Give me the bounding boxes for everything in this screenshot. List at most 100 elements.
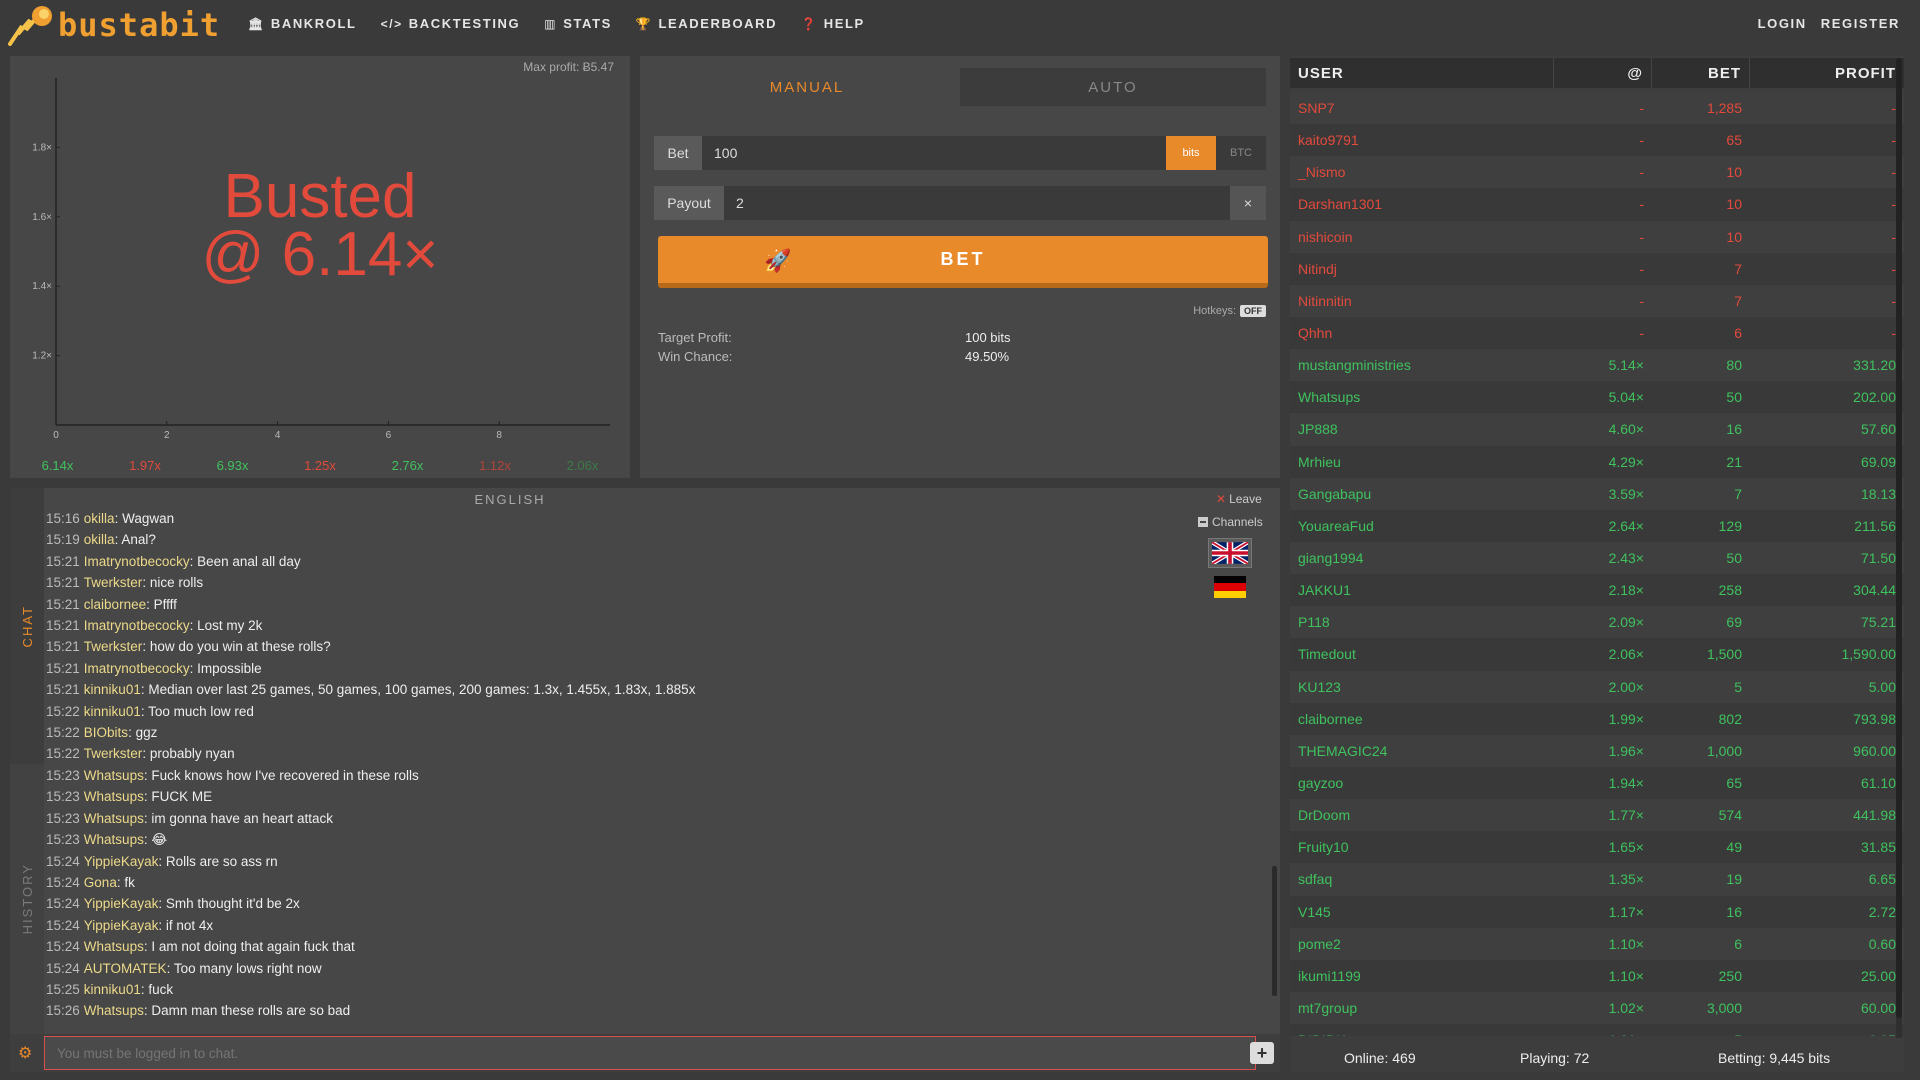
payout-input[interactable] [724, 186, 1230, 220]
header-profit[interactable]: PROFIT [1750, 58, 1904, 88]
player-user[interactable]: YouareaFud [1290, 510, 1554, 542]
nav-backtesting[interactable]: </> BACKTESTING [381, 16, 521, 31]
player-row[interactable]: claibornee 1.99× 802 793.98 [1290, 702, 1904, 735]
chat-username[interactable]: okilla [84, 532, 115, 547]
header-user[interactable]: USER [1290, 58, 1554, 88]
player-user[interactable]: Fruity10 [1290, 831, 1554, 863]
player-row[interactable]: sdfaq 1.35× 19 6.65 [1290, 863, 1904, 896]
player-row[interactable]: giang1994 2.43× 50 71.50 [1290, 541, 1904, 575]
unit-btc-button[interactable]: BTC [1216, 136, 1266, 170]
player-row[interactable]: Whatsups 5.04× 50 202.00 [1290, 381, 1904, 414]
player-row[interactable]: nishicoin - 10 - [1290, 220, 1904, 253]
de-flag-icon[interactable] [1214, 576, 1246, 598]
player-row[interactable]: Mrhieu 4.29× 21 69.09 [1290, 445, 1904, 478]
login-link[interactable]: LOGIN [1758, 16, 1807, 31]
player-row[interactable]: pome2 1.10× 6 0.60 [1290, 927, 1904, 960]
player-user[interactable]: V145 [1290, 896, 1554, 928]
chat-username[interactable]: Imatrynotbecocky [84, 661, 190, 676]
player-row[interactable]: V145 1.17× 16 2.72 [1290, 895, 1904, 928]
tab-auto[interactable]: AUTO [960, 68, 1266, 106]
player-user[interactable]: Whatsups [1290, 381, 1554, 413]
player-row[interactable]: THEMAGIC24 1.96× 1,000 960.00 [1290, 734, 1904, 767]
player-row[interactable]: Nitindj - 7 - [1290, 252, 1904, 285]
player-user[interactable]: kaito9791 [1290, 124, 1554, 156]
tab-history[interactable]: HISTORY [10, 764, 44, 1034]
player-user[interactable]: JAKKU1 [1290, 574, 1554, 606]
header-at[interactable]: @ [1554, 58, 1652, 88]
player-user[interactable]: mt7group [1290, 992, 1554, 1024]
logo[interactable]: bustabit [8, 4, 220, 46]
player-row[interactable]: Gangabapu 3.59× 7 18.13 [1290, 477, 1904, 510]
chat-username[interactable]: kinniku01 [84, 704, 141, 719]
send-button[interactable]: + [1250, 1042, 1274, 1064]
player-user[interactable]: Timedout [1290, 638, 1554, 670]
tab-chat[interactable]: CHAT [10, 488, 44, 764]
uk-flag-icon[interactable] [1208, 538, 1252, 568]
player-row[interactable]: _Nismo - 10 - [1290, 156, 1904, 189]
clear-payout-button[interactable]: × [1230, 186, 1266, 220]
player-user[interactable]: Darshan1301 [1290, 188, 1554, 220]
chat-username[interactable]: YippieKayak [84, 854, 159, 869]
chat-username[interactable]: Whatsups [84, 939, 144, 954]
recent-game[interactable]: 2.06x [545, 458, 620, 473]
chat-username[interactable]: YippieKayak [84, 918, 159, 933]
player-row[interactable]: Nitinnitin - 7 - [1290, 284, 1904, 317]
player-user[interactable]: Mrhieu [1290, 446, 1554, 478]
channels-toggle[interactable]: Channels [1198, 515, 1263, 529]
recent-game[interactable]: 6.14x [20, 458, 95, 473]
chat-username[interactable]: Whatsups [84, 1003, 144, 1018]
player-row[interactable]: SNP7 - 1,285 - [1290, 92, 1904, 125]
player-user[interactable]: DrDoom [1290, 799, 1554, 831]
player-row[interactable]: Timedout 2.06× 1,500 1,590.00 [1290, 638, 1904, 671]
chat-scrollbar[interactable] [1272, 866, 1277, 996]
player-user[interactable]: giang1994 [1290, 542, 1554, 574]
tab-manual[interactable]: MANUAL [654, 68, 960, 106]
bet-button[interactable]: 🚀 BET [658, 236, 1268, 288]
player-user[interactable]: _Nismo [1290, 156, 1554, 188]
chat-username[interactable]: Twerkster [84, 575, 143, 590]
chat-username[interactable]: Whatsups [84, 768, 144, 783]
chat-username[interactable]: Gona [84, 875, 117, 890]
recent-game[interactable]: 2.76x [370, 458, 445, 473]
player-row[interactable]: YouareaFud 2.64× 129 211.56 [1290, 509, 1904, 542]
nav-stats[interactable]: ▥ STATS [544, 16, 612, 31]
bet-input[interactable] [702, 136, 1166, 170]
player-row[interactable]: Fruity10 1.65× 49 31.85 [1290, 831, 1904, 864]
hotkeys-toggle[interactable]: Hotkeys: OFF [1193, 305, 1266, 317]
player-user[interactable]: claibornee [1290, 703, 1554, 735]
chat-username[interactable]: okilla [84, 511, 115, 526]
player-user[interactable]: Nitindj [1290, 253, 1554, 285]
chat-username[interactable]: Imatrynotbecocky [84, 554, 190, 569]
player-user[interactable]: DIDIDI1 [1290, 1024, 1554, 1036]
player-user[interactable]: nishicoin [1290, 221, 1554, 253]
chat-username[interactable]: AUTOMATEK [84, 961, 167, 976]
player-row[interactable]: Qhhn - 6 - [1290, 316, 1904, 350]
player-user[interactable]: JP888 [1290, 413, 1554, 445]
chat-username[interactable]: Twerkster [84, 746, 143, 761]
register-link[interactable]: REGISTER [1821, 16, 1900, 31]
nav-leaderboard[interactable]: 🏆 LEADERBOARD [636, 16, 777, 31]
chat-username[interactable]: YippieKayak [84, 896, 159, 911]
player-user[interactable]: SNP7 [1290, 92, 1554, 124]
chat-username[interactable]: Whatsups [84, 811, 144, 826]
gear-icon[interactable]: ⚙ [18, 1043, 32, 1063]
player-row[interactable]: ikumi1199 1.10× 250 25.00 [1290, 959, 1904, 992]
player-user[interactable]: Qhhn [1290, 317, 1554, 349]
chat-username[interactable]: Twerkster [84, 639, 143, 654]
player-row[interactable]: DrDoom 1.77× 574 441.98 [1290, 799, 1904, 832]
player-row[interactable]: JP888 4.60× 16 57.60 [1290, 413, 1904, 446]
player-row[interactable]: JAKKU1 2.18× 258 304.44 [1290, 574, 1904, 607]
nav-help[interactable]: ❓ HELP [801, 16, 865, 31]
players-scrollbar[interactable] [1896, 58, 1902, 1038]
player-user[interactable]: Nitinnitin [1290, 285, 1554, 317]
chat-input[interactable] [44, 1036, 1256, 1070]
player-user[interactable]: gayzoo [1290, 767, 1554, 799]
unit-bits-button[interactable]: bits [1166, 136, 1216, 170]
player-row[interactable]: P118 2.09× 69 75.21 [1290, 606, 1904, 639]
chat-username[interactable]: Whatsups [84, 789, 144, 804]
player-row[interactable]: Darshan1301 - 10 - [1290, 188, 1904, 221]
player-user[interactable]: THEMAGIC24 [1290, 735, 1554, 767]
player-user[interactable]: Gangabapu [1290, 478, 1554, 510]
recent-game[interactable]: 6.93x [195, 458, 270, 473]
player-row[interactable]: mustangministries 5.14× 80 331.20 [1290, 349, 1904, 382]
